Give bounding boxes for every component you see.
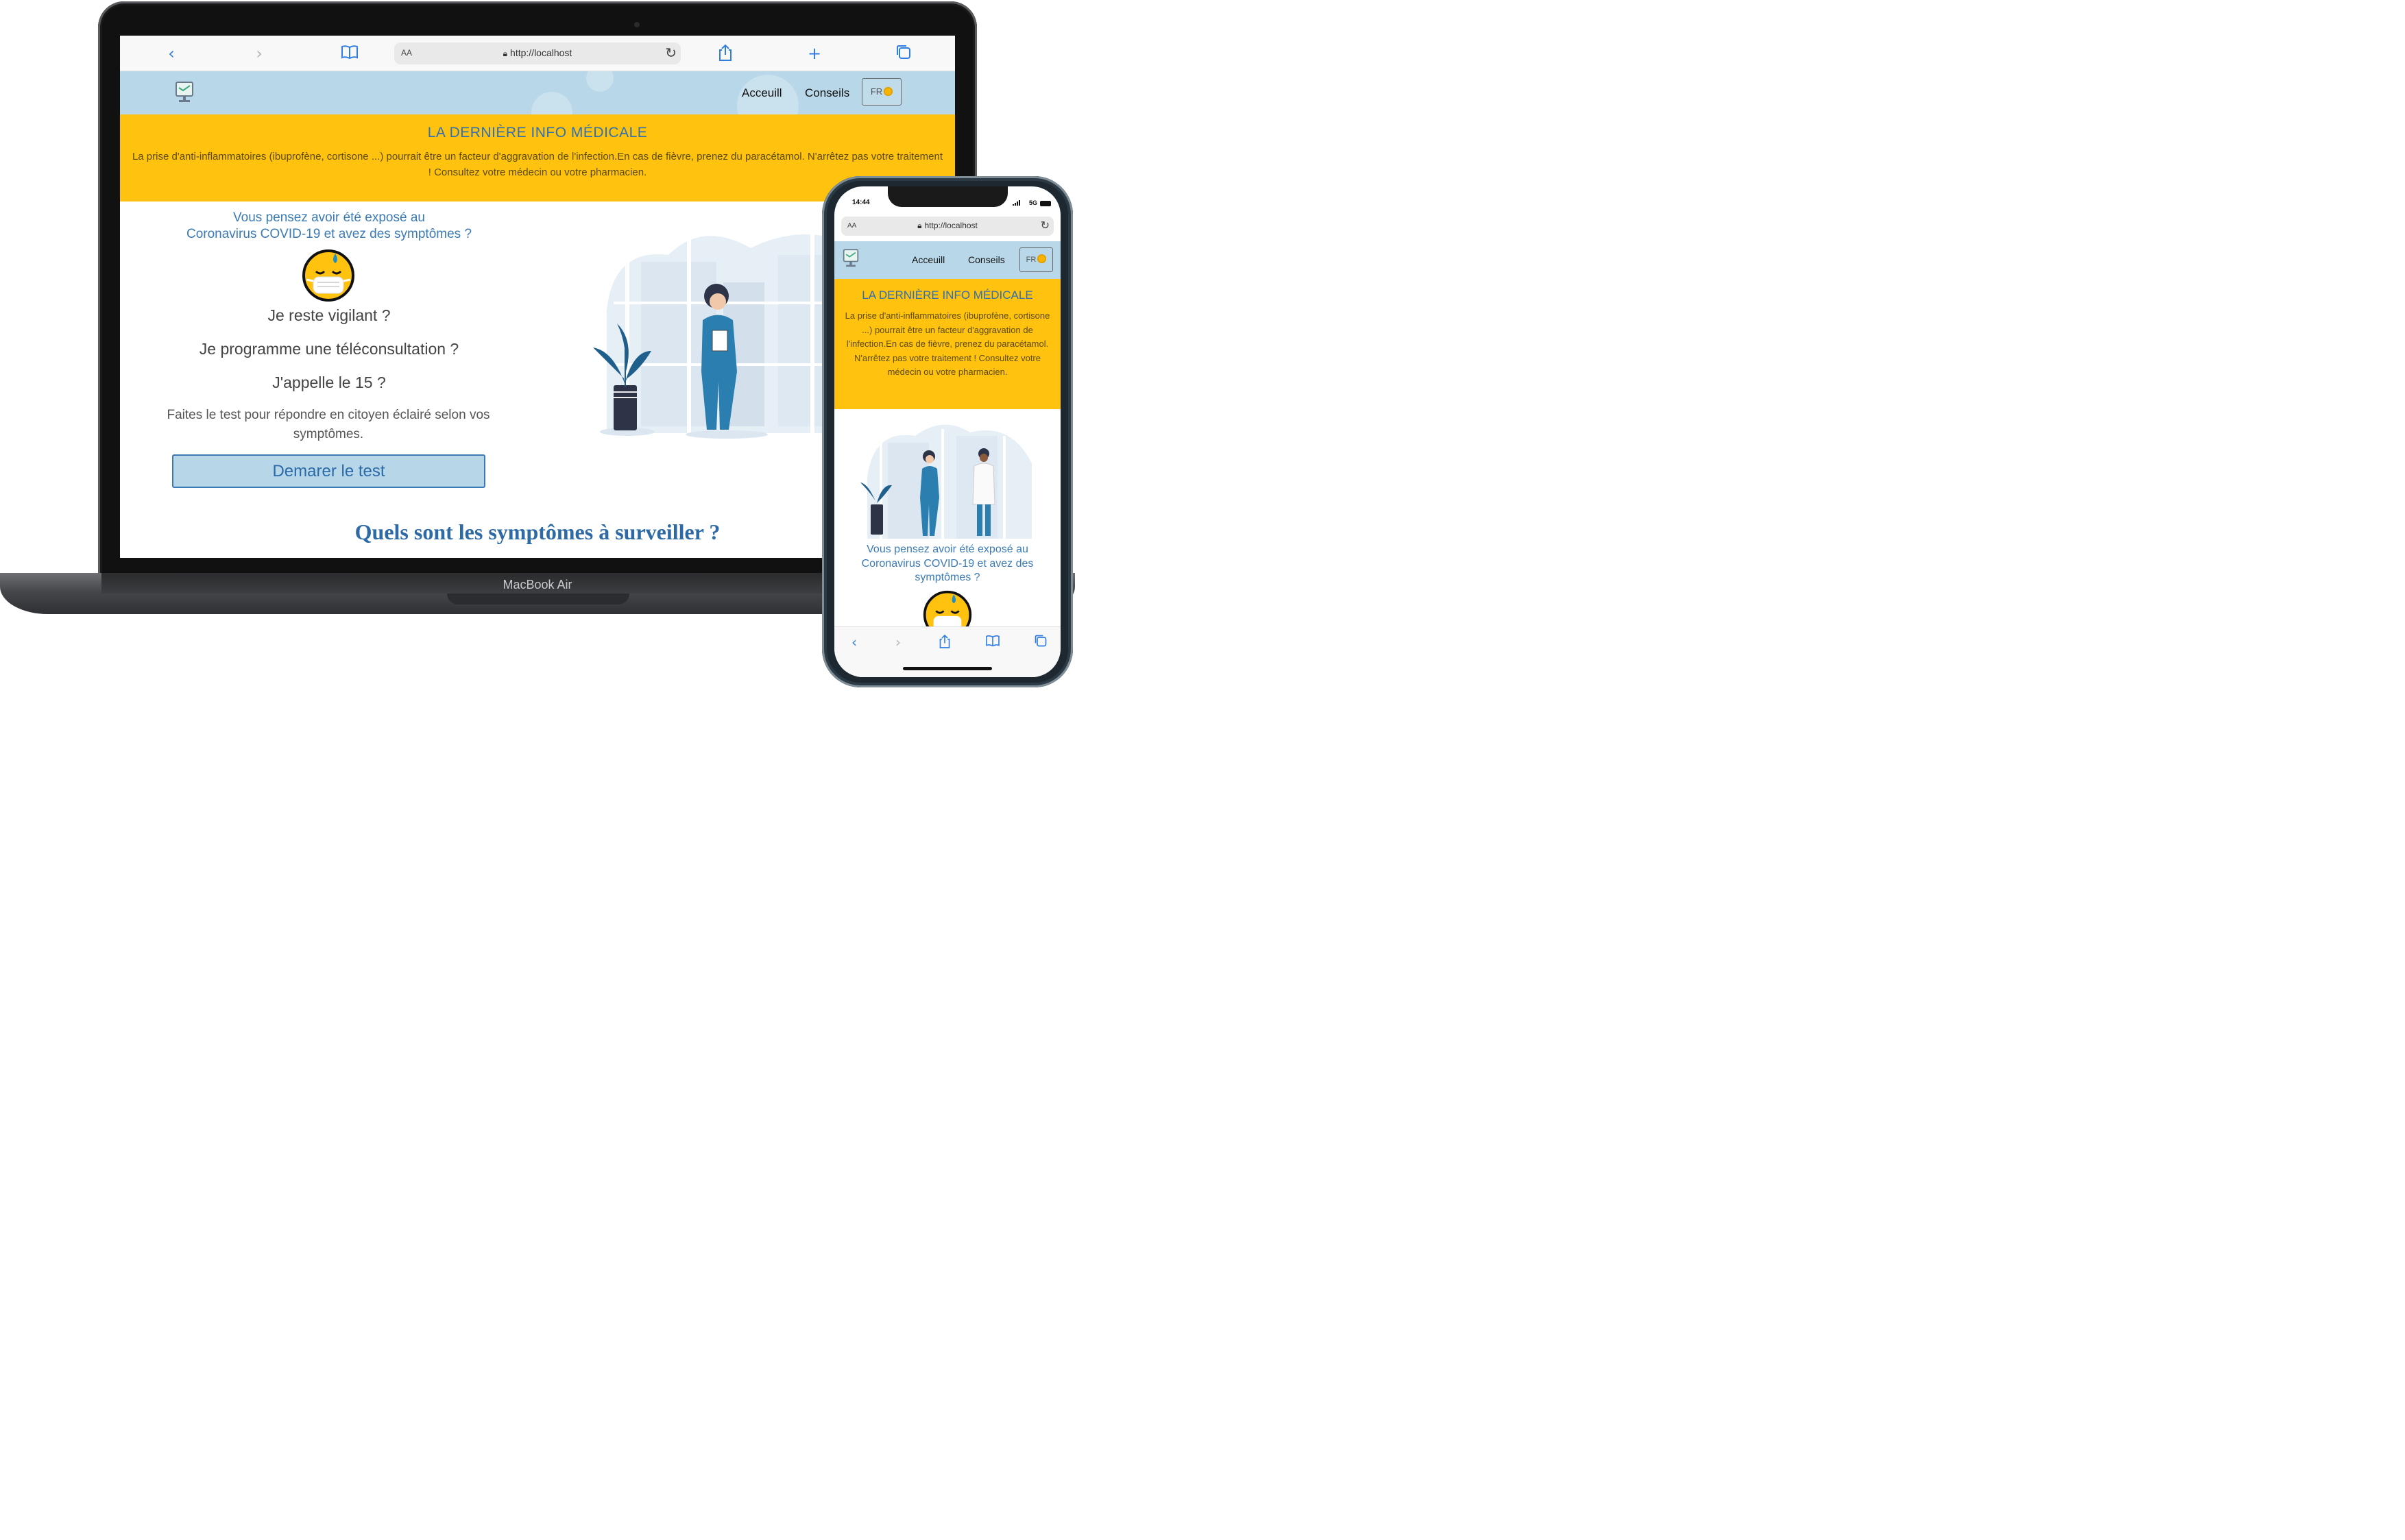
share-icon: [719, 44, 732, 61]
browser-toolbar: ‹ › AA 🔒︎ http://localhost ↻ +: [120, 36, 955, 71]
battery-icon: [1040, 201, 1051, 206]
phone-medical-info-banner: LA DERNIÈRE INFO MÉDICALE La prise d'ant…: [834, 279, 1061, 409]
status-time: 14:44: [852, 199, 870, 206]
site-header: Acceuill Conseils FR: [120, 71, 955, 114]
hero-line-teleconsultation: Je programme une téléconsultation ?: [199, 340, 459, 358]
phone-banner-title: LA DERNIÈRE INFO MÉDICALE: [862, 289, 1033, 302]
nav-link-conseils[interactable]: Conseils: [805, 86, 849, 100]
phone-address-bar[interactable]: AA 🔒︎ http://localhost ↻: [841, 217, 1054, 236]
phone-notch: [888, 186, 1008, 207]
tabs-button[interactable]: [893, 44, 914, 63]
tabs-icon: [897, 45, 910, 59]
laptop-brand-label: MacBook Air: [503, 578, 572, 591]
language-label: FR: [870, 86, 883, 97]
phone-browser-toolbar: ‹ ›: [834, 626, 1061, 677]
camera-dot: [634, 22, 640, 27]
share-icon: [939, 634, 950, 648]
site-logo[interactable]: [843, 248, 859, 270]
hero-question-line-1: Vous pensez avoir été exposé au: [233, 210, 425, 225]
share-button[interactable]: [715, 44, 736, 63]
language-button[interactable]: FR: [862, 78, 902, 106]
hero-question: Vous pensez avoir été exposé au Coronavi…: [161, 210, 497, 243]
tabs-icon: [1035, 635, 1047, 647]
medical-info-banner: LA DERNIÈRE INFO MÉDICALE La prise d'ant…: [120, 114, 955, 201]
bookmarks-button[interactable]: [339, 45, 360, 64]
phone-hero-question: Vous pensez avoir été exposé au Coronavi…: [861, 543, 1034, 583]
hero-line-vigilant: Je reste vigilant ?: [267, 306, 391, 324]
phone-site-header: Acceuill Conseils FR: [834, 241, 1061, 279]
lock-icon: 🔒︎: [917, 221, 922, 230]
laptop-base-notch: [447, 594, 629, 604]
plus-icon[interactable]: +: [804, 44, 825, 63]
address-bar[interactable]: AA 🔒︎ http://localhost ↻: [394, 42, 681, 64]
reload-icon[interactable]: ↻: [665, 45, 677, 61]
signal-icon: [1013, 200, 1020, 206]
bookmarks-button[interactable]: [984, 634, 1002, 650]
banner-text: La prise d'anti-inflammatoires (ibuprofè…: [132, 151, 943, 178]
masked-face-icon: [302, 249, 354, 302]
phone-screen: 14:44 5G AA 🔒︎ http://localhost ↻ Acceuil…: [834, 186, 1061, 677]
phone-url-text: http://localhost: [924, 221, 978, 230]
lock-icon: 🔒︎: [503, 49, 508, 58]
forward-icon[interactable]: ›: [889, 634, 907, 650]
site-logo[interactable]: [175, 81, 194, 106]
back-icon[interactable]: ‹: [161, 44, 182, 63]
phone-doctors-illustration: [860, 424, 1032, 539]
nav-link-accueil[interactable]: Acceuill: [742, 86, 782, 100]
hero-question-line-2: Coronavirus COVID-19 et avez des symptôm…: [186, 227, 472, 241]
hero-line-call-15: J'appelle le 15 ?: [272, 374, 386, 391]
start-test-button[interactable]: Demarer le test: [172, 454, 485, 488]
book-icon: [341, 45, 358, 60]
url-text: http://localhost: [510, 47, 572, 58]
tabs-button[interactable]: [1032, 634, 1050, 650]
phone-nav-link-conseils[interactable]: Conseils: [968, 254, 1005, 265]
phone-nav-link-accueil[interactable]: Acceuill: [912, 254, 945, 265]
globe-icon: [884, 87, 893, 96]
globe-icon: [1037, 254, 1047, 263]
network-label: 5G: [1028, 199, 1037, 206]
language-label: FR: [1026, 256, 1037, 264]
hero-subtitle: Faites le test pour répondre en citoyen …: [167, 408, 490, 441]
book-icon: [986, 635, 1000, 647]
banner-title: LA DERNIÈRE INFO MÉDICALE: [427, 125, 648, 140]
forward-icon[interactable]: ›: [249, 44, 269, 63]
home-indicator[interactable]: [903, 667, 992, 670]
phone-banner-text: La prise d'anti-inflammatoires (ibuprofè…: [845, 310, 1050, 377]
share-button[interactable]: [936, 634, 954, 650]
reload-icon[interactable]: ↻: [1041, 219, 1050, 232]
back-icon[interactable]: ‹: [845, 634, 863, 650]
phone-language-button[interactable]: FR: [1019, 247, 1053, 272]
